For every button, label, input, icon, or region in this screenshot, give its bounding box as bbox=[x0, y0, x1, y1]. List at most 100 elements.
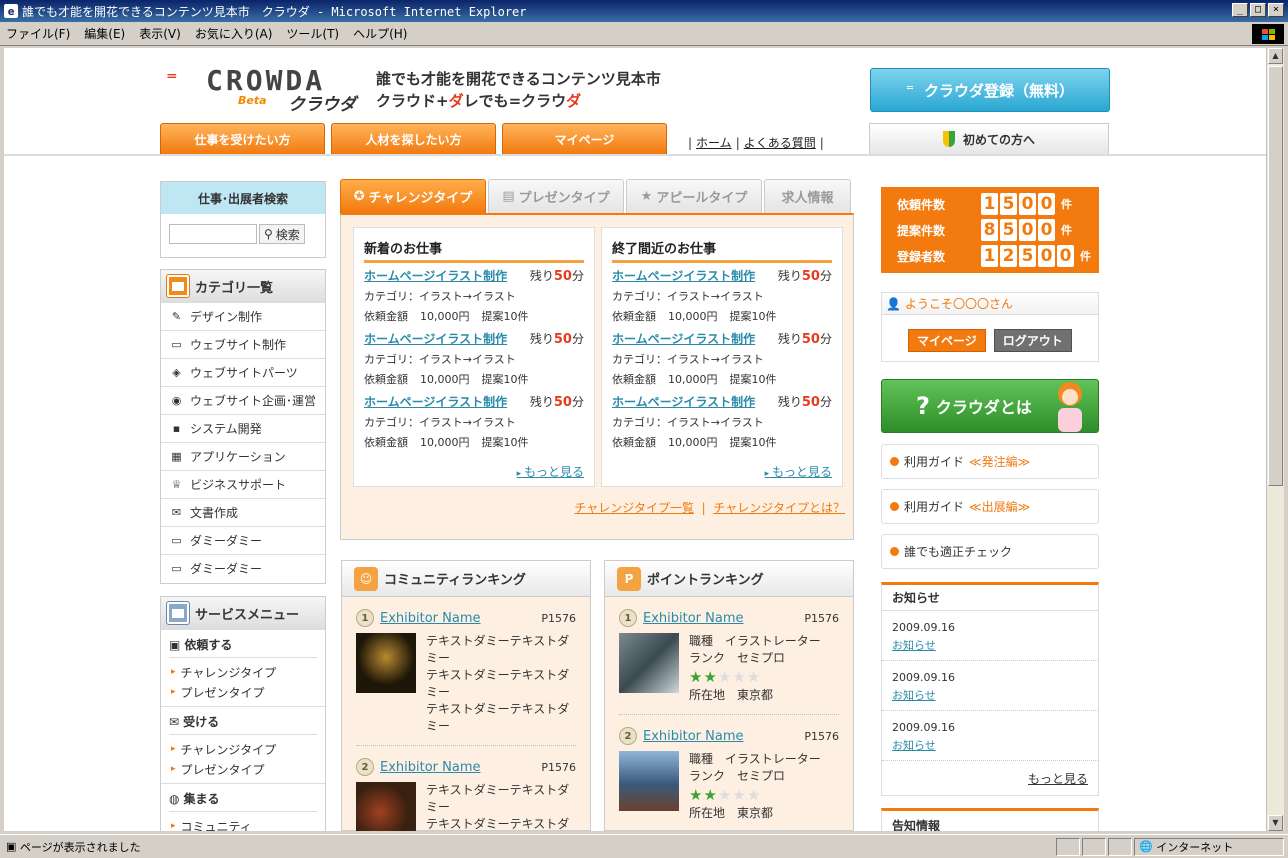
exhibitor-thumbnail[interactable] bbox=[356, 782, 416, 831]
news-more-link[interactable]: もっと見る bbox=[1028, 770, 1088, 787]
exhibitor-link[interactable]: Exhibitor Name bbox=[380, 760, 481, 775]
service-group: ✉受けるチャレンジタイププレゼンタイプ bbox=[161, 706, 325, 783]
category-item[interactable]: ◉ ウェブサイト企画･運営 bbox=[161, 386, 325, 414]
star-icon: ★ bbox=[717, 786, 732, 804]
service-item[interactable]: チャレンジタイプ bbox=[169, 739, 317, 759]
search-input[interactable] bbox=[169, 224, 257, 244]
guide-link[interactable]: 利用ガイド ≪出展編≫ bbox=[881, 489, 1099, 524]
vertical-scrollbar[interactable]: ▲ ▼ bbox=[1266, 48, 1284, 831]
service-item[interactable]: プレゼンタイプ bbox=[169, 682, 317, 702]
maximize-button[interactable]: □ bbox=[1250, 3, 1266, 17]
category-label: ウェブサイトパーツ bbox=[190, 366, 298, 380]
category-box: カテゴリ一覧 ✎ デザイン制作 ▭ ウェブサイト制作 ◈ ウェブサイトパーツ ◉ ウェブサイト… bbox=[160, 269, 326, 584]
guide-woman-illustration bbox=[1058, 382, 1082, 432]
tab-challenge[interactable]: ✪ チャレンジタイプ bbox=[340, 179, 486, 213]
category-item[interactable]: ♕ ビジネスサポート bbox=[161, 470, 325, 498]
job-title-link[interactable]: ホームページイラスト制作 bbox=[612, 330, 755, 347]
category-item[interactable]: ◈ ウェブサイトパーツ bbox=[161, 358, 325, 386]
stat-digits: 8500 bbox=[981, 219, 1055, 241]
stat-digit: 0 bbox=[1038, 193, 1055, 215]
header-divider bbox=[4, 154, 1266, 156]
job-title-link[interactable]: ホームページイラスト制作 bbox=[612, 267, 755, 284]
menu-tools[interactable]: ツール(T) bbox=[286, 25, 339, 42]
register-button[interactable]: ⁼ クラウダ登録（無料） bbox=[870, 68, 1110, 112]
guide-link[interactable]: 利用ガイド ≪発注編≫ bbox=[881, 444, 1099, 479]
nav-tab-find-work[interactable]: 仕事を受けたい方 bbox=[160, 123, 325, 154]
stat-unit: 件 bbox=[1061, 198, 1072, 211]
menu-help[interactable]: ヘルプ(H) bbox=[353, 25, 407, 42]
category-item[interactable]: ✎ デザイン制作 bbox=[161, 302, 325, 330]
news-link[interactable]: お知らせ bbox=[892, 689, 936, 702]
service-item[interactable]: コミュニティ bbox=[169, 816, 317, 832]
category-item[interactable]: ▭ ダミーダミー bbox=[161, 554, 325, 582]
more-jobs-link[interactable]: もっと見る bbox=[765, 463, 832, 480]
job-fee: 依頼金額 10,000円 提案10件 bbox=[364, 310, 529, 323]
exhibitor-thumbnail[interactable] bbox=[356, 633, 416, 693]
service-item[interactable]: チャレンジタイプ bbox=[169, 662, 317, 682]
tab-presentation[interactable]: ▤ プレゼンタイプ bbox=[488, 179, 624, 213]
scroll-down-icon[interactable]: ▼ bbox=[1268, 815, 1283, 831]
home-link[interactable]: ホーム bbox=[696, 136, 732, 150]
crowda-logo[interactable]: ⁼ CROWDA Beta クラウダ bbox=[166, 62, 376, 115]
job-title-link[interactable]: ホームページイラスト制作 bbox=[364, 267, 507, 284]
logout-button[interactable]: ログアウト bbox=[993, 329, 1072, 352]
star-icon: ★ bbox=[732, 786, 746, 804]
close-button[interactable]: × bbox=[1268, 3, 1284, 17]
job-title-link[interactable]: ホームページイラスト制作 bbox=[612, 393, 755, 410]
stat-label: 登録者数 bbox=[897, 249, 946, 264]
exhibitor-link[interactable]: Exhibitor Name bbox=[643, 611, 744, 626]
nav-tab-find-talent[interactable]: 人材を探したい方 bbox=[331, 123, 496, 154]
monitor-icon: ▭ bbox=[171, 562, 182, 575]
job-title-link[interactable]: ホームページイラスト制作 bbox=[364, 330, 507, 347]
scroll-up-icon[interactable]: ▲ bbox=[1268, 48, 1283, 64]
job-category: カテゴリ：イラスト→イラスト bbox=[364, 353, 516, 366]
points-value: P1576 bbox=[541, 611, 576, 625]
location: 所在地 東京都 bbox=[689, 688, 774, 702]
scroll-thumb[interactable] bbox=[1268, 66, 1283, 486]
challenge-about-link[interactable]: チャレンジタイプとは？ bbox=[713, 501, 845, 515]
about-crowda-banner[interactable]: ? クラウダとは bbox=[881, 379, 1099, 433]
exhibitor-thumbnail[interactable] bbox=[619, 751, 679, 811]
category-label: 文書作成 bbox=[190, 506, 239, 520]
service-group-head[interactable]: ✉ 受ける bbox=[169, 713, 317, 735]
category-item[interactable]: ▪ システム開発 bbox=[161, 414, 325, 442]
minimize-button[interactable]: _ bbox=[1232, 3, 1248, 17]
exhibitor-link[interactable]: Exhibitor Name bbox=[380, 611, 481, 626]
category-label: ダミーダミー bbox=[190, 534, 263, 548]
search-button[interactable]: ⚲ 検索 bbox=[259, 224, 305, 244]
job-type: 職種 イラストレーター bbox=[689, 634, 821, 648]
guide-link[interactable]: 誰でも適正チェック bbox=[881, 534, 1099, 569]
service-group-head[interactable]: ▣ 依頼する bbox=[169, 636, 317, 658]
menu-file[interactable]: ファイル(F) bbox=[6, 25, 70, 42]
category-item[interactable]: ▭ ウェブサイト制作 bbox=[161, 330, 325, 358]
stat-digit: 0 bbox=[1019, 193, 1036, 215]
category-item[interactable]: ▭ ダミーダミー bbox=[161, 526, 325, 554]
challenge-list-link[interactable]: チャレンジタイプ一覧 bbox=[574, 501, 694, 515]
menu-edit[interactable]: 編集(E) bbox=[84, 25, 125, 42]
category-item[interactable]: ✉ 文書作成 bbox=[161, 498, 325, 526]
news-link[interactable]: お知らせ bbox=[892, 639, 936, 652]
nav-tab-mypage[interactable]: マイページ bbox=[502, 123, 667, 154]
menu-favorites[interactable]: お気に入り(A) bbox=[195, 25, 273, 42]
time-left: 残り50分 bbox=[529, 332, 584, 347]
tab-appeal[interactable]: ★ アピールタイプ bbox=[626, 179, 762, 213]
category-item[interactable]: ▦ アプリケーション bbox=[161, 442, 325, 470]
more-jobs-link[interactable]: もっと見る bbox=[517, 463, 584, 480]
first-time-tab[interactable]: 初めての方へ bbox=[869, 123, 1109, 154]
service-item[interactable]: プレゼンタイプ bbox=[169, 759, 317, 779]
ranking-entry: 1 Exhibitor Name P1576 職種 イラストレーター ランク セミプロ ★… bbox=[605, 603, 853, 715]
mypage-button[interactable]: マイページ bbox=[908, 329, 986, 352]
tab-jobs[interactable]: 求人情報 bbox=[764, 179, 851, 213]
job-item: ホームページイラスト制作 残り50分 カテゴリ：イラスト→イラスト 依頼金額 10,00… bbox=[364, 328, 584, 389]
exhibitor-thumbnail[interactable] bbox=[619, 633, 679, 693]
exhibitor-link[interactable]: Exhibitor Name bbox=[643, 729, 744, 744]
job-title-link[interactable]: ホームページイラスト制作 bbox=[364, 393, 507, 410]
star-icon: ★ bbox=[746, 668, 761, 686]
point-ranking-title: P ポイントランキング bbox=[605, 561, 853, 597]
time-left: 残り50分 bbox=[529, 269, 584, 284]
faq-link[interactable]: よくある質問 bbox=[744, 136, 816, 150]
time-left: 残り50分 bbox=[777, 269, 832, 284]
menu-view[interactable]: 表示(V) bbox=[139, 25, 181, 42]
service-group-head[interactable]: ◍ 集まる bbox=[169, 790, 317, 812]
news-link[interactable]: お知らせ bbox=[892, 739, 936, 752]
